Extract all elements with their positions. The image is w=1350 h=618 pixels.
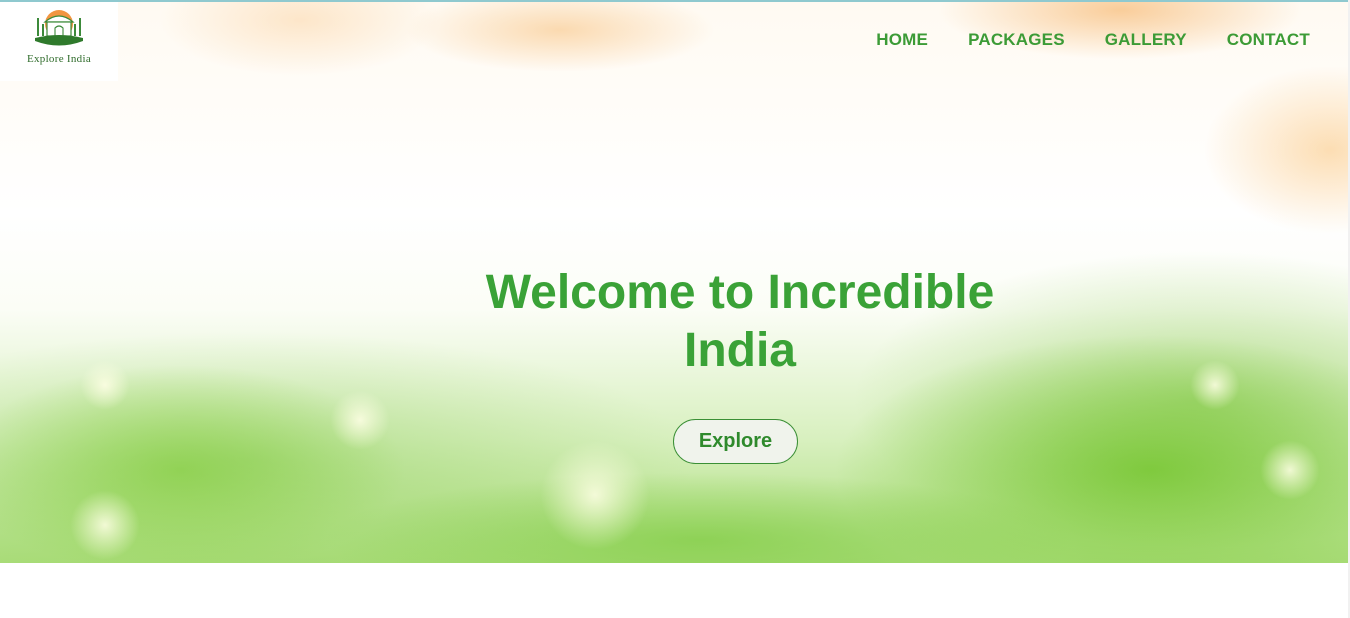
page: Welcome to Incredible India Explore Expl… — [0, 0, 1350, 618]
nav-item-contact[interactable]: CONTACT — [1227, 30, 1310, 50]
top-border — [0, 0, 1350, 2]
hero-title-line1: Welcome to Incredible — [485, 266, 995, 319]
bokeh-light — [330, 390, 390, 450]
hero-section: Welcome to Incredible India Explore — [0, 0, 1348, 563]
hero-title-line2: India — [683, 324, 796, 377]
bokeh-light — [1190, 360, 1240, 410]
bokeh-light — [70, 490, 140, 560]
bokeh-light — [540, 440, 650, 550]
nav-item-home[interactable]: HOME — [876, 30, 928, 50]
explore-button[interactable]: Explore — [673, 419, 798, 464]
bokeh-light — [1260, 440, 1320, 500]
main-nav: HOME PACKAGES GALLERY CONTACT — [836, 30, 1310, 50]
nav-item-gallery[interactable]: GALLERY — [1105, 30, 1187, 50]
bokeh-light — [80, 360, 130, 410]
taj-mahal-logo-icon — [35, 10, 83, 46]
hero-title: Welcome to Incredible India — [440, 264, 1040, 380]
site-logo[interactable]: Explore India — [0, 2, 118, 81]
nav-item-packages[interactable]: PACKAGES — [968, 30, 1065, 50]
logo-text: Explore India — [26, 53, 92, 65]
explore-button-label: Explore — [698, 430, 773, 452]
